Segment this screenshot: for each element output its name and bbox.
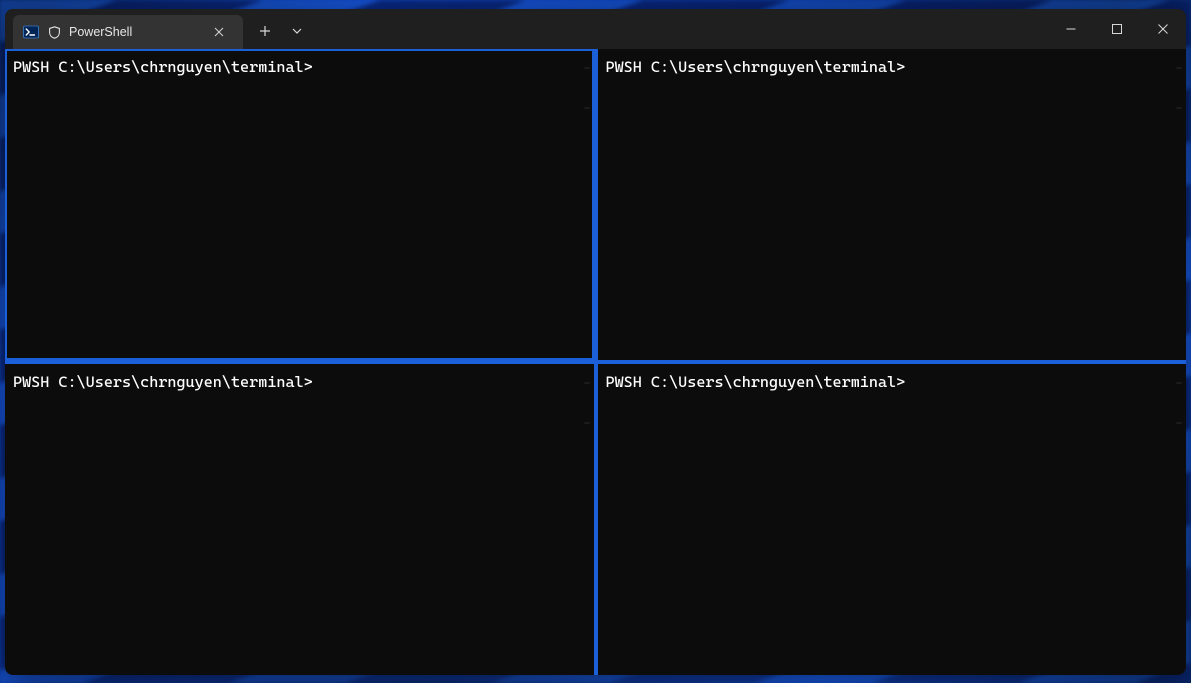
scrollbar-hint [1176,382,1182,384]
maximize-icon [1112,24,1122,34]
close-icon [1158,24,1168,34]
chevron-down-icon [292,26,302,36]
powershell-icon [23,24,39,40]
tabs-area: PowerShell [5,9,243,49]
window-close-button[interactable] [1140,9,1186,49]
terminal-pane-bottom-right[interactable]: PWSH C:\Users\chrnguyen\terminal> [598,364,1187,675]
scrollbar-hint [1176,422,1182,424]
tab-close-button[interactable] [207,20,231,44]
scrollbar-hint [1176,67,1182,69]
admin-shield-icon [47,25,61,39]
terminal-pane-grid: PWSH C:\Users\chrnguyen\terminal> PWSH C… [5,49,1186,675]
tab-actions [249,9,313,49]
terminal-pane-bottom-left[interactable]: PWSH C:\Users\chrnguyen\terminal> [5,364,594,675]
scrollbar-hint [1176,107,1182,109]
title-bar: PowerShell [5,9,1186,49]
prompt-line: PWSH C:\Users\chrnguyen\terminal> [13,57,584,78]
terminal-pane-top-right[interactable]: PWSH C:\Users\chrnguyen\terminal> [598,49,1187,360]
scrollbar-hint [584,67,590,69]
tab-powershell[interactable]: PowerShell [13,15,243,49]
scrollbar-hint [584,107,590,109]
new-tab-button[interactable] [249,15,281,47]
scrollbar-hint [584,382,590,384]
tab-title: PowerShell [69,25,199,39]
prompt-line: PWSH C:\Users\chrnguyen\terminal> [13,372,584,393]
minimize-button[interactable] [1048,9,1094,49]
scrollbar-hint [584,422,590,424]
close-icon [214,27,224,37]
prompt-line: PWSH C:\Users\chrnguyen\terminal> [606,372,1177,393]
terminal-pane-top-left[interactable]: PWSH C:\Users\chrnguyen\terminal> [5,49,594,360]
minimize-icon [1066,24,1076,34]
maximize-button[interactable] [1094,9,1140,49]
prompt-line: PWSH C:\Users\chrnguyen\terminal> [606,57,1177,78]
plus-icon [259,25,271,37]
terminal-window: PowerShell [5,9,1186,675]
window-controls [1048,9,1186,49]
new-tab-dropdown-button[interactable] [281,15,313,47]
